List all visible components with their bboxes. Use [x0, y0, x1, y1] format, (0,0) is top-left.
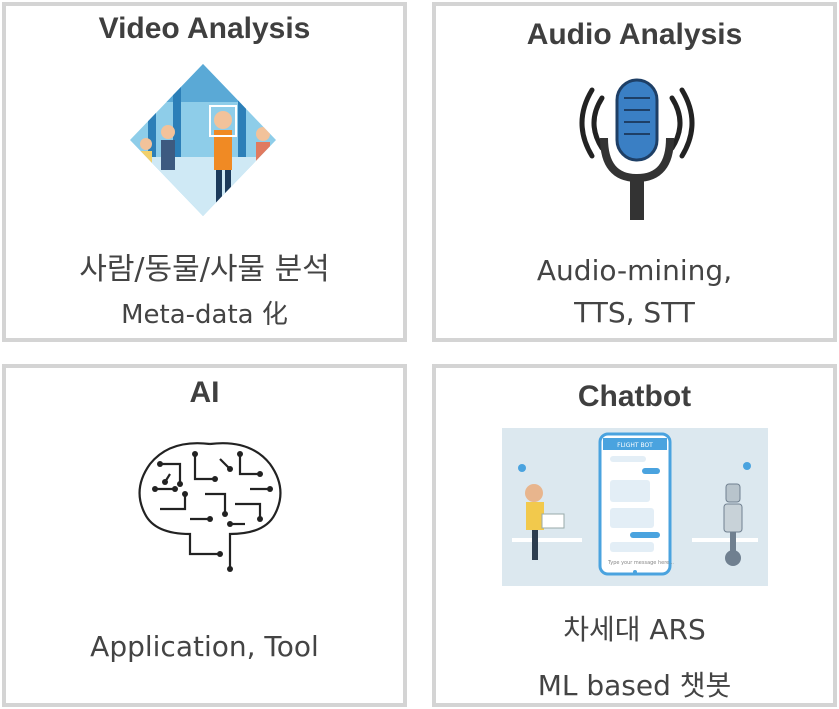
- card-line-1: 차세대 ARS: [563, 613, 706, 646]
- chatbot-illustration: FLIGHT BOT Type your message here...: [502, 428, 768, 586]
- circuit-brain-icon: [138, 442, 282, 572]
- people-analysis-illustration: [130, 64, 276, 216]
- microphone-icon: [579, 78, 695, 220]
- card-video-analysis: Video Analysis 사람/동물/사물 분석 Meta-data 化: [2, 2, 407, 342]
- card-line-1: Application, Tool: [90, 630, 319, 663]
- card-ai: AI Application, Tool: [2, 364, 407, 707]
- card-title: Video Analysis: [98, 12, 311, 45]
- chatbot-phone-header: FLIGHT BOT: [617, 442, 653, 449]
- card-line-2: Meta-data 化: [121, 300, 288, 330]
- card-title: Audio Analysis: [526, 18, 743, 51]
- card-line-2: ML based 챗봇: [537, 669, 732, 702]
- card-line-1: Audio-mining,: [536, 254, 733, 287]
- card-title: Chatbot: [577, 380, 692, 413]
- card-line-1: 사람/동물/사물 분석: [79, 252, 330, 287]
- card-chatbot: Chatbot FLIGHT BOT Type your message her…: [432, 364, 837, 707]
- card-line-2: TTS, STT: [574, 296, 695, 329]
- chatbot-input-placeholder: Type your message here...: [607, 560, 674, 566]
- card-title: AI: [189, 376, 220, 409]
- card-audio-analysis: Audio Analysis Audio-mining, TTS, STT: [432, 2, 837, 342]
